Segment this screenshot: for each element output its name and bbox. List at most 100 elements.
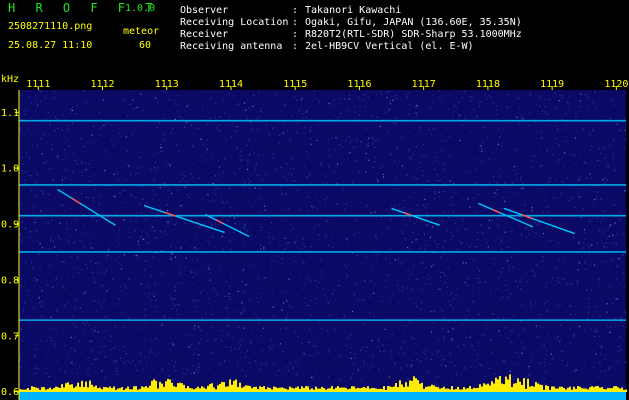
noise-pixel (599, 335, 601, 337)
noise-pixel (81, 269, 83, 271)
noise-pixel (443, 211, 445, 213)
noise-pixel (565, 113, 567, 115)
noise-pixel (429, 276, 431, 278)
noise-pixel (484, 281, 486, 283)
noise-pixel (107, 221, 109, 223)
level-bar (483, 383, 485, 392)
noise-pixel (45, 118, 47, 120)
noise-pixel (507, 288, 509, 290)
noise-pixel (415, 352, 417, 354)
level-bar (349, 388, 351, 392)
noise-pixel (540, 290, 542, 292)
noise-pixel (530, 354, 532, 357)
noise-pixel (279, 134, 281, 136)
noise-pixel (97, 220, 99, 222)
noise-pixel (623, 287, 625, 289)
noise-pixel (243, 226, 246, 228)
noise-pixel (98, 338, 100, 340)
noise-pixel (115, 359, 118, 361)
noise-pixel (286, 314, 289, 316)
noise-pixel (334, 149, 336, 151)
noise-pixel (510, 256, 512, 258)
noise-pixel (602, 264, 604, 266)
noise-pixel (477, 353, 479, 355)
noise-pixel (108, 249, 110, 251)
noise-pixel (588, 253, 590, 255)
noise-pixel (527, 375, 529, 377)
level-bar (353, 386, 355, 392)
noise-pixel (545, 286, 547, 288)
level-bar (583, 388, 585, 392)
level-bar (217, 385, 219, 392)
noise-pixel (370, 268, 372, 270)
noise-pixel (48, 375, 50, 378)
noise-pixel (415, 106, 417, 108)
noise-pixel (532, 293, 535, 295)
noise-pixel (194, 247, 196, 249)
noise-pixel (415, 146, 418, 148)
noise-pixel (517, 97, 519, 99)
noise-pixel (244, 182, 246, 184)
noise-pixel (65, 232, 67, 234)
noise-pixel (546, 282, 548, 284)
noise-pixel (112, 144, 115, 146)
noise-pixel (512, 315, 514, 317)
noise-pixel (162, 256, 164, 258)
noise-pixel (104, 377, 106, 379)
noise-pixel (75, 299, 77, 301)
noise-pixel (411, 364, 413, 366)
level-bar (109, 386, 111, 392)
noise-pixel (57, 235, 59, 237)
noise-pixel (122, 166, 124, 168)
level-bar (123, 389, 125, 392)
noise-pixel (355, 112, 357, 114)
noise-pixel (433, 127, 435, 129)
noise-pixel (250, 343, 252, 345)
noise-pixel (503, 360, 505, 362)
noise-pixel (358, 171, 360, 173)
noise-pixel (284, 372, 286, 374)
noise-pixel (519, 278, 521, 280)
noise-pixel (52, 286, 54, 289)
noise-pixel (202, 143, 204, 145)
noise-pixel (255, 118, 257, 120)
noise-pixel (196, 225, 198, 227)
noise-pixel (366, 205, 368, 207)
noise-pixel (44, 98, 46, 100)
noise-pixel (182, 372, 184, 374)
level-bar (539, 384, 541, 392)
noise-pixel (342, 146, 344, 148)
noise-pixel (74, 241, 76, 243)
level-bar (437, 387, 439, 392)
noise-pixel (184, 175, 186, 177)
noise-pixel (40, 301, 43, 303)
level-bar (611, 388, 613, 392)
noise-pixel (413, 192, 415, 194)
noise-pixel (28, 174, 30, 176)
noise-pixel (229, 248, 232, 251)
noise-pixel (354, 284, 357, 286)
level-bar (545, 385, 547, 392)
noise-pixel (178, 151, 180, 153)
noise-pixel (316, 286, 318, 288)
noise-pixel (542, 327, 544, 329)
level-bar (469, 386, 471, 392)
noise-pixel (214, 186, 216, 188)
noise-pixel (182, 178, 184, 180)
noise-pixel (375, 260, 377, 262)
noise-pixel (419, 161, 421, 163)
noise-pixel (154, 377, 156, 379)
level-bar (441, 387, 443, 392)
noise-pixel (501, 248, 503, 250)
noise-pixel (328, 102, 330, 105)
noise-pixel (149, 293, 151, 295)
level-bar (605, 389, 607, 392)
noise-pixel (92, 351, 94, 353)
level-bar (551, 386, 553, 392)
noise-pixel (604, 370, 606, 372)
noise-pixel (62, 189, 64, 191)
noise-pixel (204, 223, 206, 225)
noise-pixel (128, 164, 130, 167)
noise-pixel (174, 298, 176, 300)
noise-pixel (429, 283, 431, 285)
